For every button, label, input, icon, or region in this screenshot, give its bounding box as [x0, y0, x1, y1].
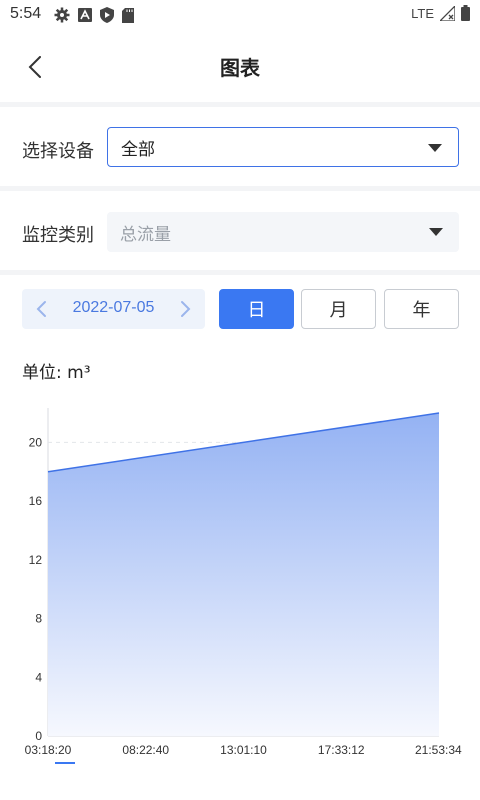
device-select[interactable]: 全部: [107, 127, 459, 167]
period-month-button[interactable]: 月: [301, 289, 376, 329]
device-label: 选择设备: [22, 141, 94, 162]
section-divider: [0, 186, 480, 191]
app-header: 图表: [0, 30, 480, 102]
section-divider: [0, 270, 480, 275]
x-tick-label: 08:22:40: [122, 743, 169, 757]
y-tick-label: 4: [35, 670, 42, 684]
shield-icon: [100, 7, 114, 23]
x-tick-labels: 03:18:20 08:22:40 13:01:10 17:33:12 21:53:34: [25, 743, 462, 757]
y-tick-label: 16: [29, 494, 43, 508]
date-picker: 2022-07-05: [22, 289, 205, 329]
status-bar: 5:54 LTE: [0, 0, 480, 30]
x-tick-label: 03:18:20: [25, 743, 72, 757]
period-day-button[interactable]: 日: [219, 289, 294, 329]
x-tick-label: 13:01:10: [220, 743, 267, 757]
status-icons: [54, 7, 134, 23]
flow-chart: 0 4 8 12 16 20 03:18:20 08:22:40 13:01:10 17:33:…: [25, 408, 462, 764]
chart-unit-label: 单位: m³: [22, 363, 91, 383]
y-tick-labels: 0 4 8 12 16 20: [29, 435, 43, 743]
page-title: 图表: [220, 56, 260, 80]
device-select-value: 全部: [121, 139, 155, 160]
network-type: LTE: [411, 5, 434, 21]
signal-icon: [440, 5, 455, 21]
y-tick-label: 8: [35, 612, 42, 626]
y-tick-label: 20: [29, 435, 43, 449]
next-date-button[interactable]: [175, 299, 195, 319]
sd-card-icon: [122, 7, 134, 23]
section-divider: [0, 102, 480, 107]
category-select-placeholder: 总流量: [120, 224, 171, 245]
gear-icon: [54, 7, 70, 23]
chevron-right-icon: [181, 301, 191, 317]
caret-down-icon: [429, 228, 443, 236]
battery-icon: [461, 5, 470, 21]
status-time: 5:54: [10, 5, 42, 22]
font-icon: [78, 8, 92, 22]
scroll-indicator: [55, 762, 75, 764]
status-right: LTE: [411, 5, 470, 21]
area-fill: [48, 413, 439, 736]
y-tick-label: 12: [29, 553, 43, 567]
y-tick-label: 0: [35, 729, 42, 743]
category-label: 监控类别: [22, 225, 94, 246]
period-year-button[interactable]: 年: [384, 289, 459, 329]
x-tick-label: 21:53:34: [415, 743, 462, 757]
category-select[interactable]: 总流量: [107, 212, 459, 252]
x-tick-label: 17:33:12: [318, 743, 365, 757]
caret-down-icon: [428, 144, 442, 152]
